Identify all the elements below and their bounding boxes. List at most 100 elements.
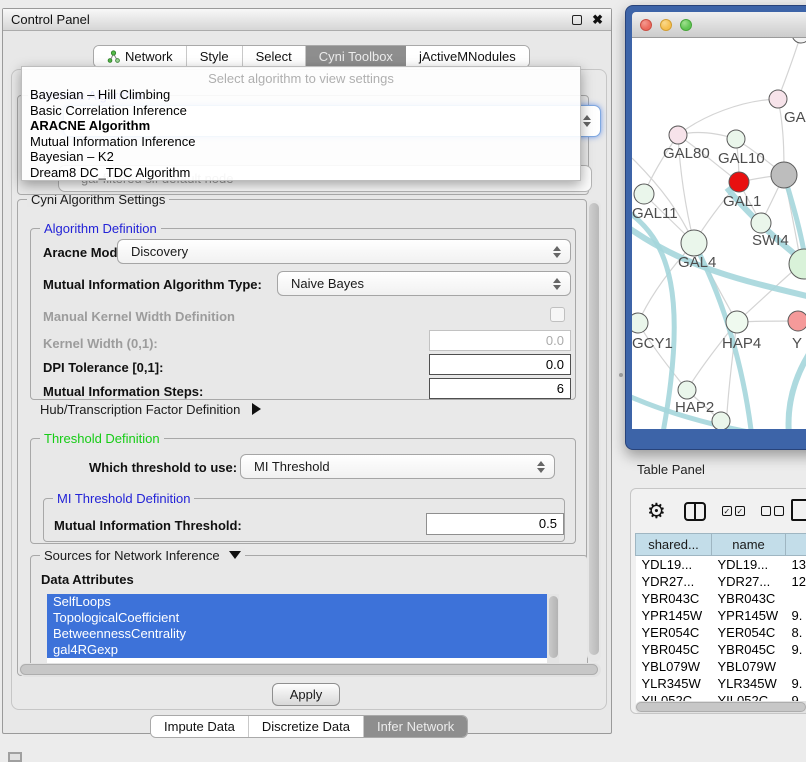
tab-impute-data[interactable]: Impute Data bbox=[151, 716, 249, 737]
tab-network[interactable]: Network bbox=[94, 46, 187, 67]
list-item-selected[interactable]: TopologicalCoefficient bbox=[47, 610, 559, 626]
splitter-handle[interactable] bbox=[619, 373, 623, 377]
node[interactable] bbox=[792, 38, 806, 43]
cell[interactable]: 8. bbox=[786, 624, 806, 641]
cell[interactable]: YDR27... bbox=[712, 573, 786, 590]
sources-expander[interactable]: Sources for Network Inference bbox=[40, 548, 245, 563]
node-gal1-selected[interactable] bbox=[729, 172, 749, 192]
float-window-icon[interactable] bbox=[572, 15, 582, 25]
select-all-checks-icon[interactable]: ✓ ✓ bbox=[722, 506, 745, 516]
cell[interactable]: YER054C bbox=[636, 624, 712, 641]
node-swi4[interactable] bbox=[751, 213, 771, 233]
mi-threshold-field[interactable]: 0.5 bbox=[426, 513, 564, 535]
cell[interactable]: YLR345W bbox=[636, 675, 712, 692]
scrollbar-thumb[interactable] bbox=[636, 702, 806, 712]
hub-definition-expander[interactable]: Hub/Transcription Factor Definition bbox=[40, 402, 261, 417]
settings-horizontal-scrollbar[interactable] bbox=[19, 663, 601, 677]
node-gcy1[interactable] bbox=[632, 313, 648, 333]
table-row[interactable]: YER054C YER054C 8. bbox=[636, 624, 806, 641]
node-gal[interactable] bbox=[769, 90, 787, 108]
apply-button[interactable]: Apply bbox=[272, 683, 340, 706]
list-item-selected[interactable]: BetweennessCentrality bbox=[47, 626, 559, 642]
node-salmon[interactable] bbox=[788, 311, 806, 331]
table-row[interactable]: YBR043C YBR043C bbox=[636, 590, 806, 607]
minimize-traffic-light-icon[interactable] bbox=[660, 19, 672, 31]
new-table-icon[interactable] bbox=[791, 499, 806, 521]
dpi-tolerance-field[interactable]: 0.0 bbox=[429, 354, 571, 375]
cell[interactable]: YDL19... bbox=[712, 556, 786, 573]
cell[interactable]: YBR045C bbox=[712, 641, 786, 658]
table-row[interactable]: YPR145W YPR145W 9. bbox=[636, 607, 806, 624]
tab-discretize-data[interactable]: Discretize Data bbox=[249, 716, 364, 737]
dropdown-option[interactable]: Dream8 DC_TDC Algorithm bbox=[22, 165, 580, 181]
list-vertical-scrollbar[interactable] bbox=[547, 594, 559, 666]
tab-jactivemnodules[interactable]: jActiveMNodules bbox=[406, 46, 529, 67]
deselect-all-checks-icon[interactable] bbox=[761, 506, 784, 516]
list-item-selected[interactable]: SelfLoops bbox=[47, 594, 559, 610]
table-row[interactable]: YBR045C YBR045C 9. bbox=[636, 641, 806, 658]
table-row[interactable]: YDL19... YDL19... 13 bbox=[636, 556, 806, 573]
zoom-traffic-light-icon[interactable] bbox=[680, 19, 692, 31]
cell[interactable]: YBR043C bbox=[712, 590, 786, 607]
settings-vertical-scrollbar[interactable] bbox=[587, 200, 601, 662]
scrollbar-thumb[interactable] bbox=[589, 203, 599, 655]
dropdown-option[interactable]: Bayesian – Hill Climbing bbox=[22, 87, 580, 103]
aracne-mode-combobox[interactable]: Discovery bbox=[117, 239, 571, 264]
gear-icon[interactable]: ⚙ bbox=[647, 499, 666, 524]
tab-select[interactable]: Select bbox=[243, 46, 306, 67]
table-row[interactable]: YDR27... YDR27... 12 bbox=[636, 573, 806, 590]
cell[interactable]: 9. bbox=[786, 641, 806, 658]
cell[interactable]: YBR045C bbox=[636, 641, 712, 658]
close-icon[interactable]: ✖ bbox=[592, 15, 603, 25]
stepper-arrows-icon bbox=[553, 246, 561, 258]
manual-kernel-width-checkbox[interactable] bbox=[550, 307, 565, 322]
node-gal11[interactable] bbox=[634, 184, 654, 204]
mi-steps-field[interactable]: 6 bbox=[429, 378, 571, 399]
cell[interactable]: YDR27... bbox=[636, 573, 712, 590]
table-row[interactable]: YBL079W YBL079W bbox=[636, 658, 806, 675]
cell[interactable]: YPR145W bbox=[712, 607, 786, 624]
column-header[interactable]: name bbox=[712, 534, 786, 556]
scrollbar-thumb[interactable] bbox=[20, 664, 598, 675]
cell[interactable]: YER054C bbox=[712, 624, 786, 641]
which-threshold-combobox[interactable]: MI Threshold bbox=[240, 454, 555, 479]
cell[interactable]: YPR145W bbox=[636, 607, 712, 624]
grid-icon[interactable] bbox=[8, 752, 22, 762]
node-gal10[interactable] bbox=[727, 130, 745, 148]
node-hap4[interactable] bbox=[726, 311, 748, 333]
dropdown-option-highlighted[interactable]: ARACNE Algorithm bbox=[22, 118, 580, 134]
cell[interactable]: 9. bbox=[786, 607, 806, 624]
node-gal4[interactable] bbox=[681, 230, 707, 256]
cell[interactable]: YLR345W bbox=[712, 675, 786, 692]
tab-infer-network[interactable]: Infer Network bbox=[364, 716, 467, 737]
node-hap2[interactable] bbox=[678, 381, 696, 399]
tab-style[interactable]: Style bbox=[187, 46, 243, 67]
network-canvas[interactable]: GAL GAL80 GAL10 GAL1 GAL11 SWI4 GAL4 GCY… bbox=[632, 38, 806, 429]
cell[interactable]: YBR043C bbox=[636, 590, 712, 607]
cell[interactable] bbox=[786, 590, 806, 607]
scrollbar-thumb[interactable] bbox=[549, 596, 558, 658]
cell[interactable]: YDL19... bbox=[636, 556, 712, 573]
tab-cyni-toolbox[interactable]: Cyni Toolbox bbox=[306, 46, 406, 67]
cell[interactable]: YBL079W bbox=[636, 658, 712, 675]
columns-icon[interactable] bbox=[684, 502, 706, 521]
table-row[interactable]: YLR345W YLR345W 9. bbox=[636, 675, 806, 692]
mi-algorithm-type-combobox[interactable]: Naive Bayes bbox=[277, 271, 571, 296]
dropdown-option[interactable]: Mutual Information Inference bbox=[22, 134, 580, 150]
dropdown-option[interactable]: Basic Correlation Inference bbox=[22, 103, 580, 119]
cell[interactable]: 13 bbox=[786, 556, 806, 573]
kernel-width-field[interactable]: 0.0 bbox=[429, 330, 571, 351]
node-green-bottom[interactable] bbox=[712, 412, 730, 429]
close-traffic-light-icon[interactable] bbox=[640, 19, 652, 31]
cell[interactable]: YBL079W bbox=[712, 658, 786, 675]
cell[interactable]: 9. bbox=[786, 675, 806, 692]
dropdown-option[interactable]: Bayesian – K2 bbox=[22, 149, 580, 165]
node-gal80[interactable] bbox=[669, 126, 687, 144]
list-item-selected[interactable]: gal4RGexp bbox=[47, 642, 559, 658]
table-horizontal-scrollbar[interactable] bbox=[635, 701, 806, 714]
cell[interactable] bbox=[786, 658, 806, 675]
column-header[interactable]: A bbox=[786, 534, 806, 556]
cell[interactable]: 12 bbox=[786, 573, 806, 590]
column-header[interactable]: shared... bbox=[636, 534, 712, 556]
node-gray[interactable] bbox=[771, 162, 797, 188]
